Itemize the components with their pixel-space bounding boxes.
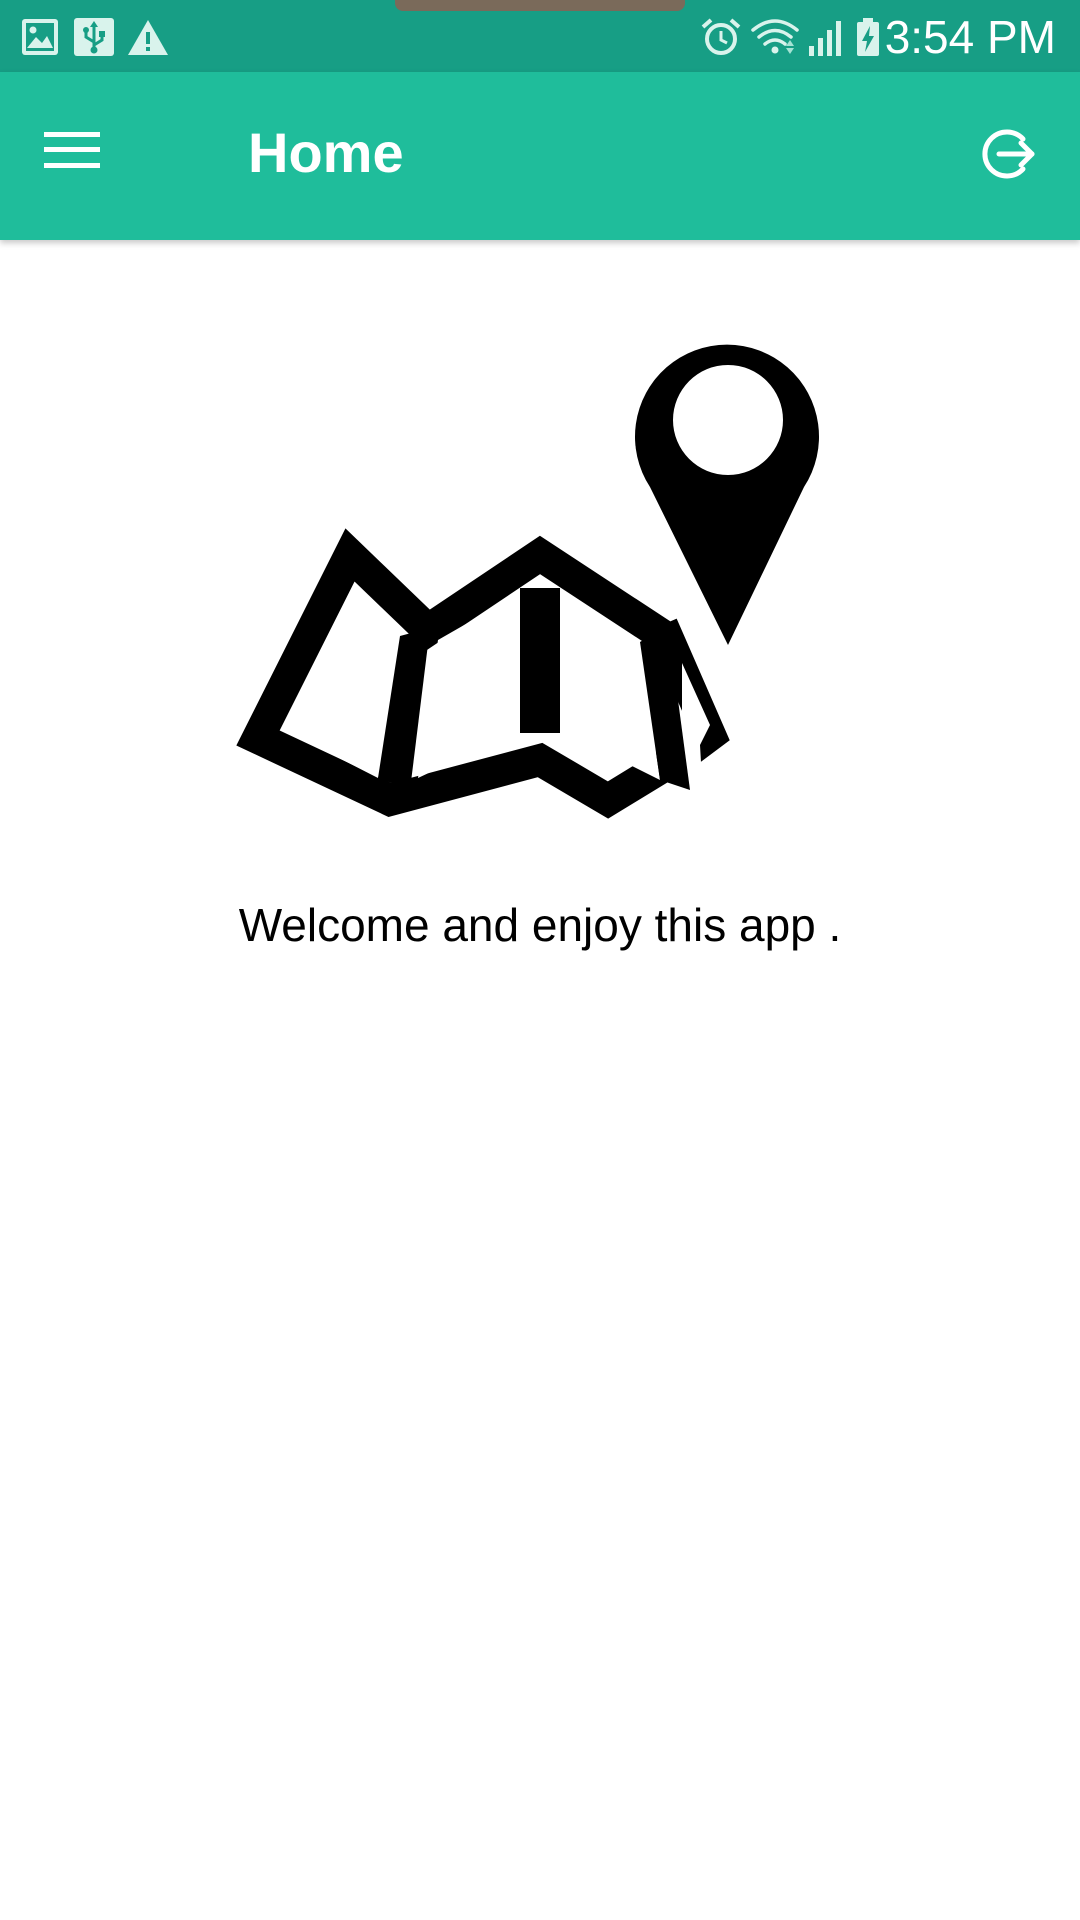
logout-icon — [982, 129, 1035, 179]
image-icon — [22, 19, 58, 55]
hamburger-menu-icon — [44, 132, 100, 168]
menu-button[interactable] — [24, 102, 120, 198]
app-bar: Home — [0, 72, 1080, 240]
screen: 3:54 PM Home Welcome and enjoy this app … — [0, 0, 1080, 1920]
signal-icon — [809, 21, 841, 56]
status-bar: 3:54 PM — [0, 0, 1080, 72]
warning-icon — [128, 20, 168, 55]
welcome-message: Welcome and enjoy this app . — [238, 899, 842, 951]
location-pin-icon — [635, 344, 819, 645]
map-pin-illustration — [236, 344, 819, 819]
wifi-icon — [751, 19, 799, 54]
page-title: Home — [248, 121, 404, 184]
battery-charging-icon — [857, 18, 879, 56]
status-time: 3:54 PM — [884, 11, 1056, 63]
alarm-icon — [701, 18, 741, 55]
logout-button[interactable] — [960, 106, 1056, 202]
usb-icon — [74, 18, 114, 56]
notch-handle — [395, 0, 685, 11]
